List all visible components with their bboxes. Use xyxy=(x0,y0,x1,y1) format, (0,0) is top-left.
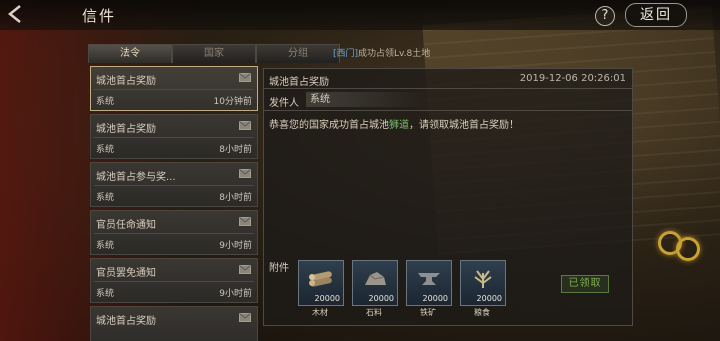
tab-nation[interactable]: 国家 xyxy=(172,44,256,63)
mail-subject: 官员罢免通知 xyxy=(96,268,156,279)
divider xyxy=(94,233,254,234)
mail-item[interactable]: 官员罢免通知 系统 9小时前 xyxy=(90,258,258,303)
mail-subject: 城池首占参与奖... xyxy=(96,172,176,183)
body-suffix: ，请领取城池首占奖励！ xyxy=(409,120,519,131)
attachment-item-stone[interactable]: 20000 xyxy=(352,260,398,306)
detail-subject: 城池首占奖励 xyxy=(269,77,329,88)
attachment-name: 石料 xyxy=(366,308,382,317)
divider xyxy=(94,89,254,90)
claimed-button[interactable]: 已领取 xyxy=(561,275,609,293)
back-arrow-icon[interactable] xyxy=(4,4,26,24)
mail-subject: 官员任命通知 xyxy=(96,220,156,231)
mail-time: 8小时前 xyxy=(219,193,252,203)
page-title: 信件 xyxy=(82,7,117,25)
attachment-item-iron[interactable]: 20000 xyxy=(406,260,452,306)
tab-group[interactable]: 分组 xyxy=(256,44,340,63)
notice-text: 成功占领Lv.8土地 xyxy=(358,49,431,59)
mail-item[interactable]: 城池首占参与奖... 系统 8小时前 xyxy=(90,162,258,207)
divider xyxy=(264,88,632,89)
top-bar: 信件 ? 返回 xyxy=(0,0,720,30)
mail-sender: 系统 xyxy=(96,193,115,203)
mail-time: 9小时前 xyxy=(219,241,252,251)
iron-icon xyxy=(418,273,440,285)
mail-sender: 系统 xyxy=(96,97,115,107)
envelope-icon xyxy=(239,121,251,130)
attachment-quantity: 20000 xyxy=(314,294,340,303)
help-button[interactable]: ? xyxy=(595,6,615,26)
attachment-item-grain[interactable]: 20000 xyxy=(460,260,506,306)
attachment-label: 附件 xyxy=(269,263,289,274)
attachment-quantity: 20000 xyxy=(368,294,394,303)
mail-item[interactable]: 城池首占奖励 系统 8小时前 xyxy=(90,114,258,159)
envelope-icon xyxy=(239,169,251,178)
attachment-name: 木材 xyxy=(312,308,328,317)
divider xyxy=(264,110,632,111)
mail-item[interactable]: 城池首占奖励 系统 10分钟前 xyxy=(90,66,258,111)
tab-overflow-notice: [西门]成功占领Lv.8土地 xyxy=(333,46,430,59)
mail-detail-panel: 城池首占奖励 2019-12-06 20:26:01 发件人 系统 恭喜您的国家… xyxy=(263,68,633,326)
attachment-name: 粮食 xyxy=(474,308,490,317)
mail-list: 城池首占奖励 系统 10分钟前 城池首占奖励 系统 8小时前 城池首占参与奖..… xyxy=(90,64,258,341)
body-location-link[interactable]: 狮道 xyxy=(389,120,409,131)
divider xyxy=(94,185,254,186)
mail-time: 9小时前 xyxy=(219,289,252,299)
mail-item[interactable]: 官员任命通知 系统 9小时前 xyxy=(90,210,258,255)
body-prefix: 恭喜您的国家成功首占城池 xyxy=(269,120,389,131)
envelope-icon xyxy=(239,265,251,274)
divider xyxy=(94,137,254,138)
return-button[interactable]: 返回 xyxy=(625,3,687,27)
envelope-icon xyxy=(239,313,251,322)
notice-tag: [西门] xyxy=(333,49,359,59)
envelope-icon xyxy=(239,217,251,226)
stone-icon xyxy=(365,272,386,285)
sender-label: 发件人 xyxy=(269,98,299,109)
attachment-item-wood[interactable]: 20000 xyxy=(298,260,344,306)
mail-subject: 城池首占奖励 xyxy=(96,124,156,135)
detail-date: 2019-12-06 20:26:01 xyxy=(519,73,626,84)
mail-sender: 系统 xyxy=(96,289,115,299)
attachment-name: 铁矿 xyxy=(420,308,436,317)
mail-sender: 系统 xyxy=(96,241,115,251)
attachment-quantity: 20000 xyxy=(422,294,448,303)
tab-decree[interactable]: 法令 xyxy=(88,44,172,63)
mail-body: 恭喜您的国家成功首占城池狮道，请领取城池首占奖励！ xyxy=(269,116,519,131)
mail-sender: 系统 xyxy=(96,145,115,155)
mail-time: 8小时前 xyxy=(219,145,252,155)
envelope-icon xyxy=(239,73,251,82)
background-coins xyxy=(654,225,714,265)
mail-subject: 城池首占奖励 xyxy=(96,76,156,87)
attachment-quantity: 20000 xyxy=(476,294,502,303)
sender-name: 系统 xyxy=(306,92,430,107)
mail-item[interactable]: 城池首占奖励 xyxy=(90,306,258,341)
mail-subject: 城池首占奖励 xyxy=(96,316,156,327)
wood-icon xyxy=(309,271,332,287)
grain-icon xyxy=(474,270,492,288)
divider xyxy=(94,281,254,282)
mail-time: 10分钟前 xyxy=(213,97,252,107)
